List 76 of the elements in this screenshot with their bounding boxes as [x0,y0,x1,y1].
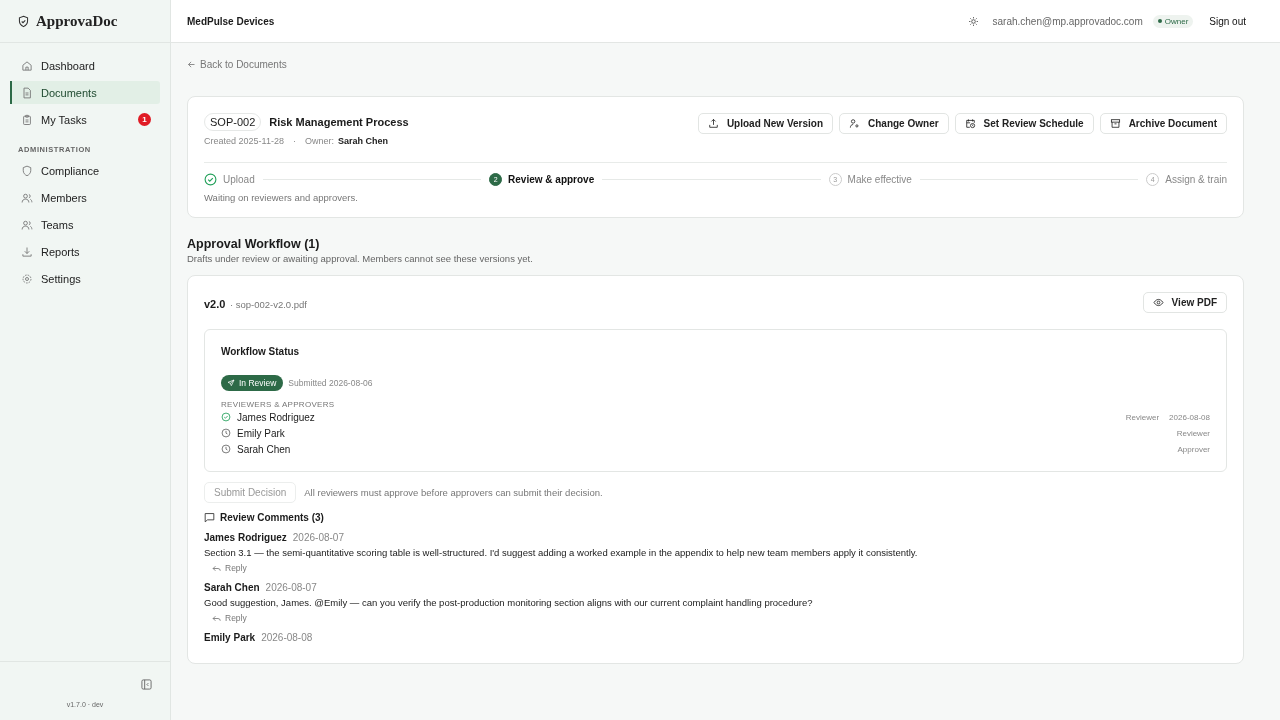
organization-name: MedPulse Devices [187,15,275,27]
users-icon [21,218,33,231]
reply-arrow-icon [212,563,221,573]
sidebar-item[interactable]: Documents [10,81,160,104]
person-name: Sarah Chen [237,443,292,455]
people-label: REVIEWERS & APPROVERS [221,400,336,409]
section-subtitle: Drafts under review or awaiting approval. Members cannot see these versions yet. [187,253,534,264]
action-button[interactable]: Upload New Version [697,113,833,134]
document-icon [21,86,33,99]
comment-author: Emily Park [204,632,256,643]
section-title: Approval Workflow (1) [187,237,321,251]
sidebar-item[interactable]: Dashboard [10,54,160,77]
action-button[interactable]: Set Review Schedule [954,113,1094,134]
person-name: James Rodriguez [237,411,316,423]
submit-note: All reviewers must approve before approvers can submit their decision. [304,487,603,498]
document-title: Risk Management Process [269,116,409,128]
sidebar-item[interactable]: Settings [10,267,160,290]
sign-out-link[interactable]: Sign out [1209,15,1246,27]
comment-text: Section 3.1 — the semi-quantitative scoring table is well-structured. I'd suggest adding a worked example in the appendix to help new team members apply it consistently. [204,547,919,558]
clipboard-icon [21,113,33,126]
upload-icon [707,118,719,129]
decision-date: 2026-08-08 [1169,412,1210,422]
user-email: sarah.chen@mp.approvadoc.com [992,15,1143,27]
comment-text: Good suggestion, James. @Emily — can you verify the post-production monitoring section aligns with our current complaint handling procedure? [204,597,814,608]
home-icon [21,59,33,72]
created-date: Created 2025-11-28 [204,136,284,146]
person-role: Reviewer [1125,412,1160,422]
separator-dot: · [292,136,296,146]
comment-icon [204,512,215,523]
check-circle-icon [204,173,217,186]
person-name: Emily Park [237,427,286,439]
sidebar-item[interactable]: Teams [10,213,160,236]
arrow-left-icon [187,60,196,69]
shield-icon [21,164,33,177]
collapse-sidebar-icon[interactable] [141,679,152,690]
sidebar-item[interactable]: Members [10,186,160,209]
reply-arrow-icon [212,613,221,623]
comments-title: Review Comments (3) [220,512,324,523]
back-link[interactable]: Back to Documents [187,59,287,70]
person-role: Approver [1177,444,1210,454]
view-pdf-button[interactable]: View PDF [1142,292,1227,313]
shield-check-icon [17,14,30,28]
download-icon [21,245,33,258]
person-role: Reviewer [1176,428,1210,438]
role-badge: Owner [1152,14,1194,28]
user-icon [849,118,860,129]
step-note: Waiting on reviewers and approvers. [204,192,359,203]
archive-icon [1109,118,1121,129]
reply-button[interactable]: Reply [212,563,247,573]
sun-icon[interactable] [967,15,979,27]
calendar-clock-icon [964,118,976,129]
version-number: v2.0 [204,297,226,310]
sidebar-item[interactable]: Reports [10,240,160,263]
comment-date: 2026-08-07 [292,532,344,543]
gear-icon [21,272,33,285]
owner-name: Sarah Chen [337,136,388,146]
owner-label: Owner: [304,136,334,146]
submitted-date: Submitted 2026-08-06 [288,378,373,388]
notification-badge: 1 [138,113,151,126]
eye-icon [1152,297,1164,308]
action-button[interactable]: Archive Document [1099,113,1227,134]
send-icon [227,379,235,387]
panel-title: Workflow Status [221,346,301,357]
status-badge: In Review [221,375,284,391]
step: Upload [204,173,255,186]
sidebar-item[interactable]: Compliance [10,159,160,182]
comment-author: James Rodriguez [204,532,287,543]
comment-date: 2026-08-07 [265,582,317,593]
file-name: · sop-002-v2.0.pdf [229,298,307,310]
users-icon [21,191,33,204]
reply-button[interactable]: Reply [212,613,247,623]
sidebar-item[interactable]: My Tasks 1 [10,108,160,131]
comment-author: Sarah Chen [204,582,260,593]
action-button[interactable]: Change Owner [839,113,949,134]
app-logo: ApprovaDoc [36,12,118,30]
comment-date: 2026-08-08 [261,632,313,643]
